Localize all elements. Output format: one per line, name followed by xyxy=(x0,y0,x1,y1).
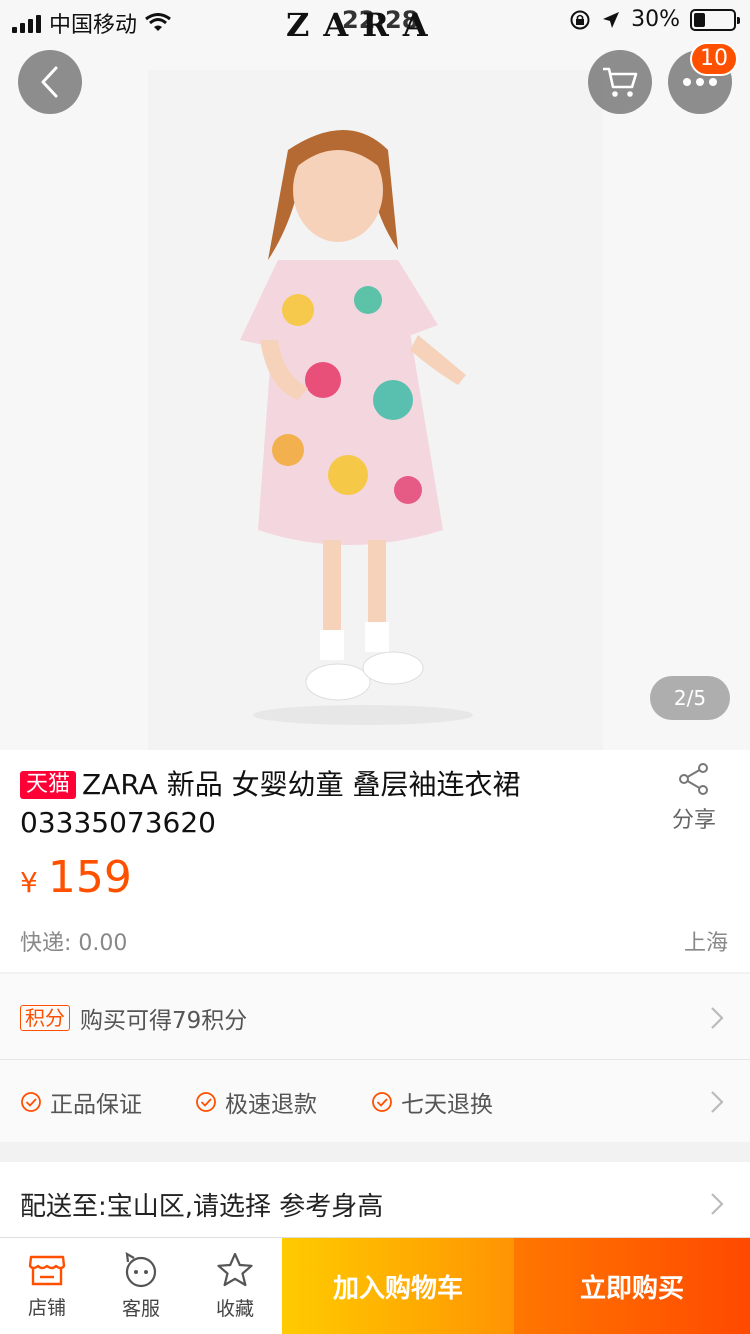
customer-service-tab[interactable]: 客服 xyxy=(94,1238,188,1334)
cart-icon xyxy=(603,67,638,97)
product-title: ZARA 新品 女婴幼童 叠层袖连衣裙 03335073620 xyxy=(20,768,521,839)
delivery-text: 配送至:宝山区,请选择 参考身高 xyxy=(20,1192,384,1222)
rotation-lock-icon xyxy=(570,10,590,29)
chevron-left-icon xyxy=(41,66,58,98)
share-label: 分享 xyxy=(671,808,716,833)
service-face-icon xyxy=(125,1251,157,1287)
clock: 22:28 xyxy=(342,6,419,34)
check-circle-icon xyxy=(196,1092,216,1112)
service-label: 客服 xyxy=(121,1297,160,1320)
currency-symbol: ¥ xyxy=(20,866,38,899)
chevron-right-icon xyxy=(711,1007,724,1029)
favorite-tab[interactable]: 收藏 xyxy=(188,1238,282,1334)
guarantee-item: 正品保证 xyxy=(20,1085,142,1119)
shipping-fee: 快递: 0.00 xyxy=(20,931,128,956)
guarantee-label: 正品保证 xyxy=(50,1092,142,1118)
location-arrow-icon xyxy=(603,11,620,28)
check-circle-icon xyxy=(21,1092,41,1112)
cellular-signal-icon xyxy=(12,13,41,33)
notification-badge: 10 xyxy=(690,42,738,76)
wifi-icon xyxy=(145,13,171,31)
guarantee-label: 极速退款 xyxy=(225,1092,317,1118)
delivery-row[interactable]: 配送至:宝山区,请选择 参考身高 xyxy=(0,1162,750,1248)
status-bar: 中国移动 ZARA 22:28 30% xyxy=(0,0,750,44)
favorite-label: 收藏 xyxy=(215,1297,254,1320)
cart-button[interactable] xyxy=(588,50,652,114)
carrier-name: 中国移动 xyxy=(49,13,138,38)
share-icon xyxy=(679,763,708,795)
price: ¥159 xyxy=(20,852,132,903)
battery-percent: 30% xyxy=(631,7,680,32)
check-circle-icon xyxy=(372,1092,392,1112)
guarantees-row[interactable]: 正品保证 极速退款 七天退换 xyxy=(0,1060,750,1144)
back-button[interactable] xyxy=(18,50,82,114)
points-row[interactable]: 积分 购买可得79积分 xyxy=(0,976,750,1060)
product-photo xyxy=(148,70,603,750)
store-label: 店铺 xyxy=(27,1296,66,1319)
ship-from-location: 上海 xyxy=(683,931,728,956)
product-gallery[interactable]: 中国移动 ZARA 22:28 30% 10 2/5 xyxy=(0,0,750,750)
star-icon xyxy=(217,1252,253,1286)
points-tag: 积分 xyxy=(20,1004,70,1031)
store-tab[interactable]: 店铺 xyxy=(0,1238,94,1334)
share-button[interactable]: 分享 xyxy=(664,762,724,834)
gallery-pager: 2/5 xyxy=(650,676,730,720)
store-icon xyxy=(28,1255,66,1285)
price-value: 159 xyxy=(47,852,132,903)
guarantee-label: 七天退换 xyxy=(401,1092,493,1118)
services-panel: 积分 购买可得79积分 正品保证 极速退款 七天退换 xyxy=(0,974,750,1142)
bottom-action-bar: 店铺 客服 收藏 加入购物车 立即购买 xyxy=(0,1237,750,1334)
tmall-tag: 天猫 xyxy=(20,771,77,799)
child-dress-illustration xyxy=(148,70,603,750)
product-info: 天猫 ZARA 新品 女婴幼童 叠层袖连衣裙 03335073620 分享 ¥15… xyxy=(0,750,750,972)
add-to-cart-button[interactable]: 加入购物车 xyxy=(282,1238,514,1334)
guarantee-item: 极速退款 xyxy=(195,1085,317,1119)
buy-now-button[interactable]: 立即购买 xyxy=(514,1238,750,1334)
battery-icon xyxy=(690,8,740,31)
chevron-right-icon xyxy=(711,1193,724,1215)
points-text: 购买可得79积分 xyxy=(80,1007,248,1034)
chevron-right-icon xyxy=(711,1091,724,1113)
more-dots-icon xyxy=(683,78,717,86)
guarantee-item: 七天退换 xyxy=(371,1085,493,1119)
product-title-row: 天猫 ZARA 新品 女婴幼童 叠层袖连衣裙 03335073620 xyxy=(20,766,640,842)
